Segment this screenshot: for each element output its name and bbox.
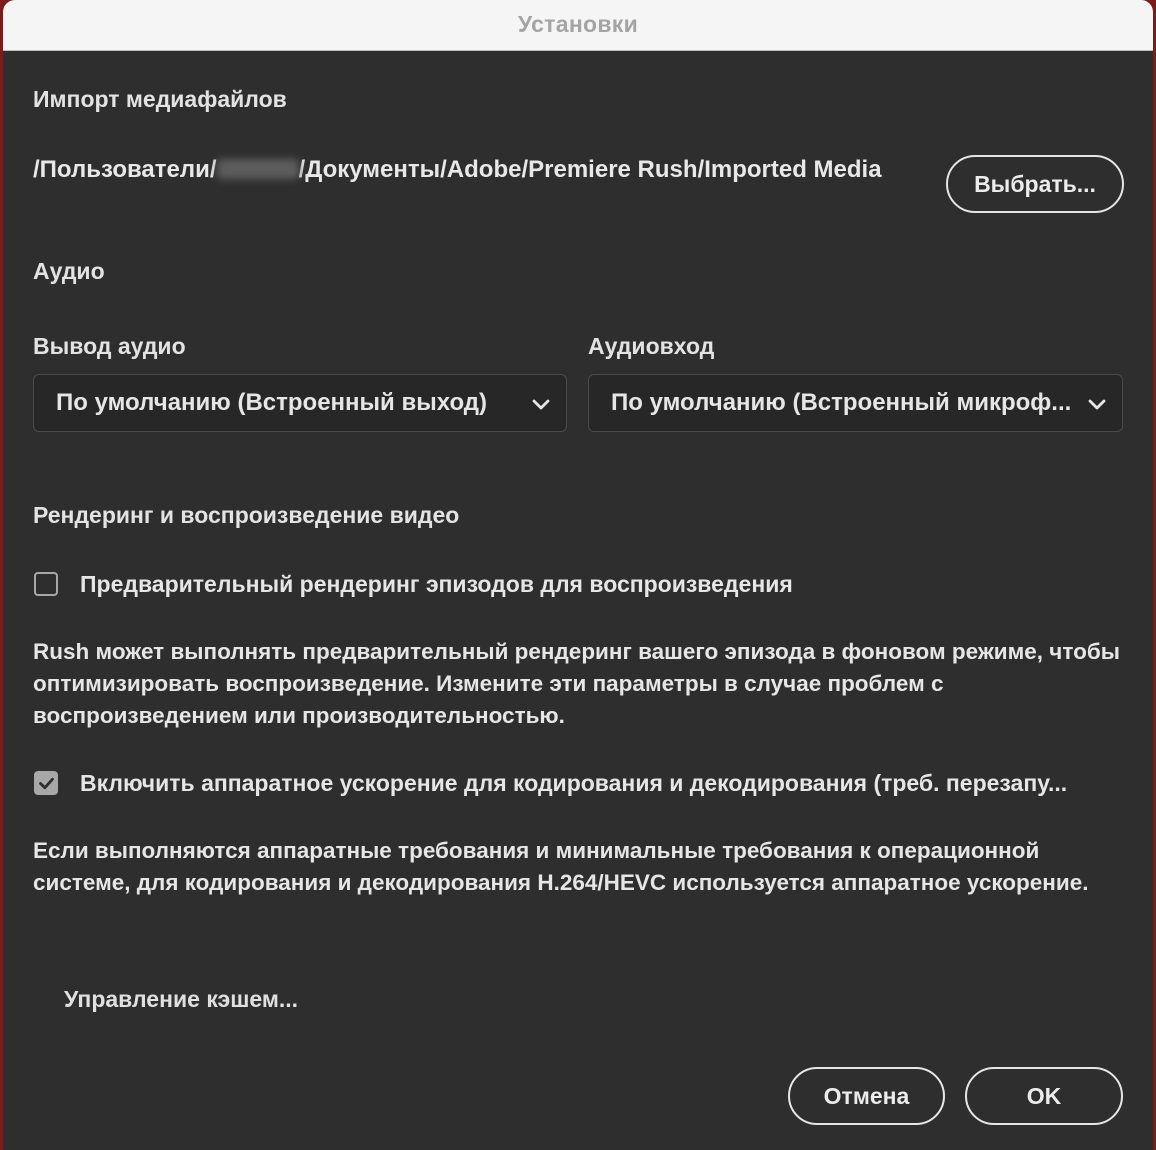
- hwaccel-description: Если выполняются аппаратные требования и…: [33, 838, 1089, 895]
- audio-input-label: Аудиовход: [588, 333, 715, 359]
- import-path-prefix: /Пользователи/: [33, 156, 217, 183]
- audio-output-dropdown[interactable]: По умолчанию (Встроенный выход): [33, 374, 567, 432]
- checkmark-icon: [39, 777, 54, 790]
- prerender-label[interactable]: Предварительный рендеринг эпизодов для в…: [80, 571, 793, 598]
- audio-output-label: Вывод аудио: [33, 333, 186, 359]
- audio-output-value: По умолчанию (Встроенный выход): [56, 389, 488, 416]
- title-bar[interactable]: Установки: [3, 0, 1153, 51]
- audio-input-dropdown[interactable]: По умолчанию (Встроенный микроф...: [588, 374, 1123, 432]
- preferences-dialog: Установки Импорт медиафайлов /Пользовате…: [3, 0, 1153, 1150]
- prerender-checkbox[interactable]: [34, 572, 58, 596]
- audio-heading: Аудио: [33, 258, 105, 284]
- hwaccel-checkbox[interactable]: [34, 771, 58, 795]
- video-heading: Рендеринг и воспроизведение видео: [33, 502, 460, 528]
- redacted-username: [216, 159, 299, 179]
- import-media-heading: Импорт медиафайлов: [33, 86, 287, 112]
- prerender-description: Rush может выполнять предварительный рен…: [33, 639, 1120, 728]
- import-path: /Пользователи/ /Документы/Adobe/Premiere …: [33, 156, 882, 184]
- cancel-button[interactable]: Отмена: [788, 1067, 945, 1125]
- choose-folder-button[interactable]: Выбрать...: [946, 155, 1124, 213]
- hwaccel-label[interactable]: Включить аппаратное ускорение для кодиро…: [80, 770, 1067, 797]
- import-path-suffix: /Документы/Adobe/Premiere Rush/Imported …: [298, 156, 882, 183]
- manage-cache-button[interactable]: Управление кэшем...: [64, 986, 298, 1013]
- window-title: Установки: [517, 11, 639, 37]
- audio-input-value: По умолчанию (Встроенный микроф...: [611, 389, 1072, 416]
- chevron-down-icon: [532, 399, 550, 410]
- chevron-down-icon: [1088, 399, 1106, 410]
- ok-button[interactable]: OK: [965, 1067, 1123, 1125]
